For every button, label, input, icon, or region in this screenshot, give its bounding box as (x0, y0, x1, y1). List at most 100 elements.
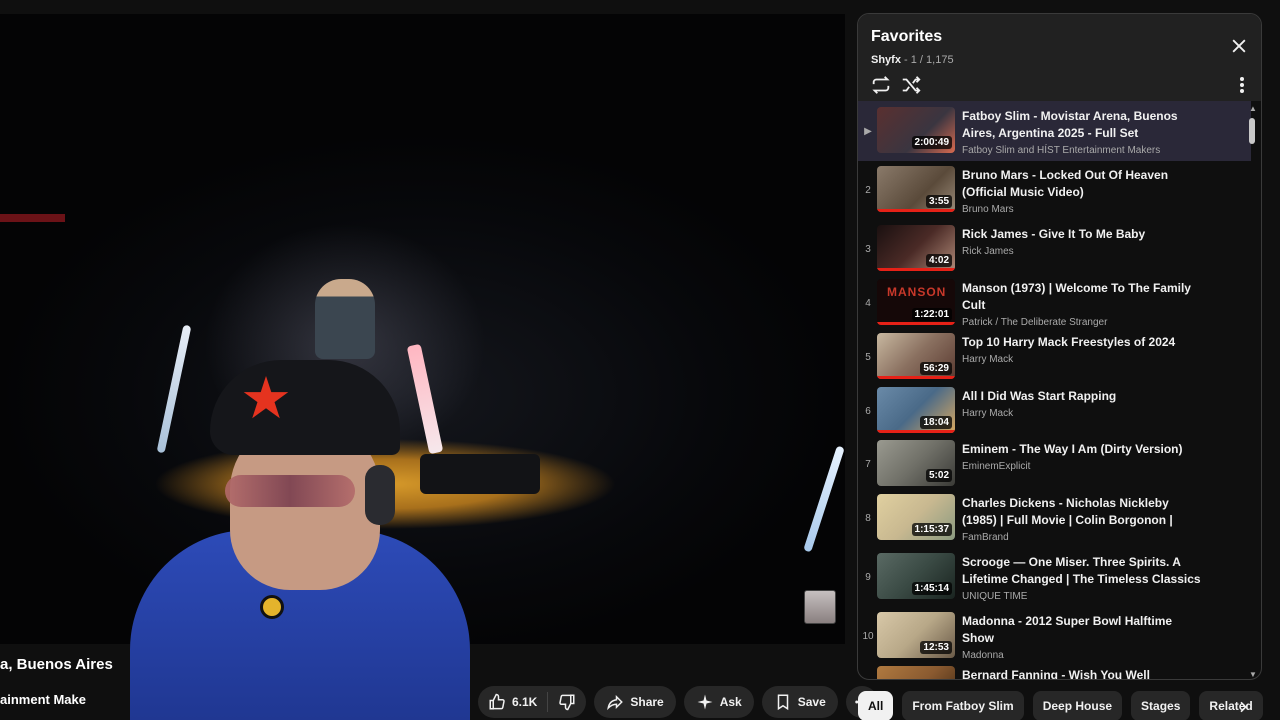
item-index: 3 (865, 243, 871, 255)
now-playing-indicator: ▶ (864, 125, 872, 137)
playlist-thumbnail[interactable]: MANSON 1:22:01 (877, 279, 955, 325)
item-title: Charles Dickens - Nicholas Nickleby (198… (962, 496, 1173, 527)
save-label: Save (797, 695, 826, 709)
chips-next-button[interactable] (1230, 694, 1256, 720)
playlist-item[interactable]: 10 12:53 Madonna - 2012 Super Bowl Halft… (858, 606, 1251, 666)
playlist-item[interactable]: 6 18:04 All I Did Was Start Rapping Harry… (858, 381, 1251, 441)
sunglasses (225, 475, 355, 507)
item-channel: Harry Mack (962, 408, 1014, 419)
item-title: All I Did Was Start Rapping (962, 389, 1117, 403)
cap (210, 360, 400, 455)
dislike-button[interactable] (548, 686, 586, 718)
item-index: 8 (865, 512, 871, 524)
duration: 4:02 (925, 254, 952, 267)
item-index: 2 (865, 184, 871, 196)
playlist-item[interactable]: 7 5:02 Eminem - The Way I Am (Dirty Vers… (858, 434, 1251, 494)
item-title: Scrooge — One Miser. Three Spirits. A Li… (962, 555, 1201, 586)
shuffle-button[interactable] (900, 74, 922, 96)
playlist-thumbnail[interactable]: 3:55 (877, 166, 955, 212)
duration: 1:22:01 (911, 308, 952, 321)
playlist-thumbnail[interactable] (877, 666, 955, 679)
video-channel[interactable]: ainment Make (0, 692, 86, 707)
item-channel: Fatboy Slim and HÍST Entertainment Maker… (962, 145, 1161, 156)
chevron-right-icon (1240, 701, 1247, 713)
close-playlist-button[interactable] (1229, 36, 1249, 56)
like-dislike-group: 6.1K (478, 686, 587, 718)
playlist-thumbnail[interactable]: 18:04 (877, 387, 955, 433)
playlist-header: Favorites Shyfx - 1 / 1,175 (858, 14, 1261, 101)
item-channel: FamBrand (962, 532, 1009, 543)
playlist-thumbnail[interactable]: 2:00:49 (877, 107, 955, 153)
scroll-down-icon[interactable]: ▼ (1249, 670, 1257, 679)
webcam-overlay: ★ (90, 360, 470, 720)
item-title: Madonna - 2012 Super Bowl Halftime Show (962, 614, 1173, 645)
watch-progress (877, 268, 955, 271)
duration: 12:53 (920, 641, 952, 654)
playlist-subtitle: Shyfx - 1 / 1,175 (871, 54, 954, 66)
chip-from-fatboy-slim[interactable]: From Fatboy Slim (902, 691, 1024, 720)
playlist-owner[interactable]: Shyfx (871, 54, 901, 66)
share-label: Share (630, 695, 664, 709)
playlist-thumbnail[interactable]: 12:53 (877, 612, 955, 658)
item-index: 6 (865, 405, 871, 417)
duration: 56:29 (920, 362, 952, 375)
scrollbar-thumb[interactable] (1249, 118, 1255, 144)
item-title: Top 10 Harry Mack Freestyles of 2024 (962, 335, 1176, 349)
bookmark-icon (774, 693, 792, 711)
playlist-thumbnail[interactable]: 1:15:37 (877, 494, 955, 540)
like-button[interactable]: 6.1K (478, 686, 547, 718)
item-channel: EminemExplicit (962, 461, 1031, 472)
playlist-item[interactable]: 5 56:29 Top 10 Harry Mack Freestyles of … (858, 327, 1251, 387)
playlist-thumbnail[interactable]: 1:45:14 (877, 553, 955, 599)
end-screen-thumbnail[interactable] (804, 590, 836, 624)
duration: 1:15:37 (911, 523, 952, 536)
playlist-thumbnail[interactable]: 5:02 (877, 440, 955, 486)
ask-button[interactable]: Ask (683, 686, 754, 718)
stage-light (803, 445, 845, 553)
star-icon: ★ (240, 366, 292, 431)
item-title: Manson (1973) | Welcome To The Family Cu… (962, 281, 1191, 312)
duration: 18:04 (920, 416, 952, 429)
chip-stages[interactable]: Stages (1131, 691, 1191, 720)
microphone (260, 595, 284, 619)
item-title: Eminem - The Way I Am (Dirty Version) (962, 442, 1183, 456)
save-button[interactable]: Save (761, 686, 838, 718)
dj-figure (315, 279, 375, 359)
item-channel: Harry Mack (962, 354, 1014, 365)
filter-chips: All From Fatboy Slim Deep House Stages R… (858, 691, 1263, 720)
playlist-item[interactable]: ▶ 2:00:49 Fatboy Slim - Movistar Arena, … (858, 101, 1251, 161)
playlist-item[interactable]: 8 1:15:37 Charles Dickens - Nicholas Nic… (858, 488, 1251, 548)
item-index: 4 (865, 297, 871, 309)
chip-all[interactable]: All (858, 691, 894, 720)
playlist-item[interactable]: 4 MANSON 1:22:01 Manson (1973) | Welcome… (858, 273, 1251, 333)
loop-button[interactable] (870, 74, 892, 96)
duration: 2:00:49 (911, 136, 952, 149)
ask-label: Ask (719, 695, 742, 709)
item-index: 5 (865, 351, 871, 363)
item-index: 9 (865, 571, 871, 583)
playlist-item[interactable]: 9 1:45:14 Scrooge — One Miser. Three Spi… (858, 547, 1251, 607)
playlist-thumbnail[interactable]: 4:02 (877, 225, 955, 271)
item-index: 7 (865, 458, 871, 470)
playlist-items: ▶ 2:00:49 Fatboy Slim - Movistar Arena, … (858, 101, 1251, 680)
playlist-item[interactable]: 3 4:02 Rick James - Give It To Me Baby Ri… (858, 219, 1251, 279)
playlist-title[interactable]: Favorites (871, 28, 942, 46)
item-title: Bernard Fanning - Wish You Well (962, 668, 1150, 680)
playlist-scrollbar[interactable]: ▲ ▼ (1249, 102, 1257, 679)
scroll-up-icon[interactable]: ▲ (1249, 104, 1257, 113)
item-title: Bruno Mars - Locked Out Of Heaven (Offic… (962, 168, 1169, 199)
playlist-menu-button[interactable] (1237, 74, 1247, 96)
playlist-position: - 1 / 1,175 (900, 54, 954, 66)
video-actions: 6.1K Share Ask Save (478, 686, 878, 718)
loop-icon (872, 76, 890, 94)
chip-deep-house[interactable]: Deep House (1032, 691, 1123, 720)
share-button[interactable]: Share (594, 686, 676, 718)
watch-progress (877, 376, 955, 379)
playlist-thumbnail[interactable]: 56:29 (877, 333, 955, 379)
playlist-item[interactable]: Bernard Fanning - Wish You Well (858, 660, 1251, 680)
close-icon (1232, 39, 1246, 53)
more-vertical-icon (1240, 77, 1244, 93)
item-channel: Rick James (962, 246, 1014, 257)
playlist-item[interactable]: 2 3:55 Bruno Mars - Locked Out Of Heaven… (858, 160, 1251, 220)
item-index (859, 660, 877, 679)
